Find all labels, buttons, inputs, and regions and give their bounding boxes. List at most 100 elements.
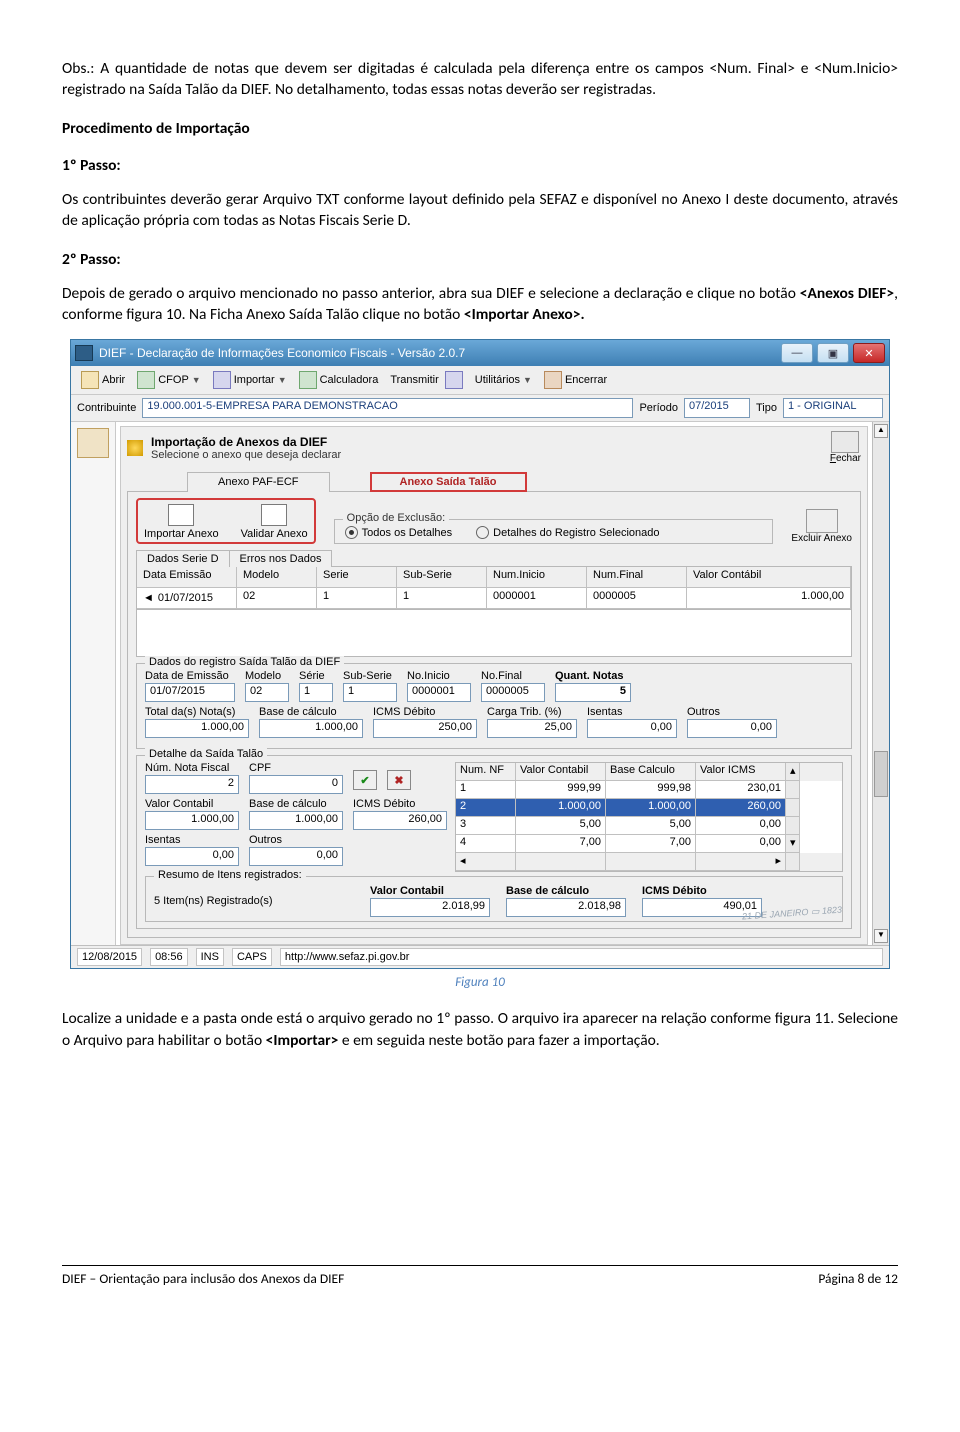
icms-debito-field[interactable]: 250,00 xyxy=(373,719,477,738)
importar-anexo-button[interactable]: Importar Anexo xyxy=(144,504,219,540)
col-modelo: Modelo xyxy=(237,567,317,588)
chevron-down-icon: ▼ xyxy=(192,375,201,385)
periodo-field[interactable]: 07/2015 xyxy=(684,398,750,418)
maximize-button[interactable]: ▣ xyxy=(817,343,849,363)
proc-heading: Procedimento de Importação xyxy=(62,119,898,138)
exclusion-legend: Opção de Exclusão: xyxy=(343,512,449,524)
tab-paf-ecf[interactable]: Anexo PAF-ECF xyxy=(187,472,330,492)
excluir-anexo-button[interactable]: Excluir Anexo xyxy=(791,509,852,544)
resumo-legend: Resumo de Itens registrados: xyxy=(154,869,306,881)
scroll-up-icon[interactable]: ▴ xyxy=(786,763,800,781)
row-marker-icon: ◄ xyxy=(143,592,154,604)
det-row: 47,007,000,00▾ xyxy=(456,835,842,853)
toolbar-importar[interactable]: Importar▼ xyxy=(209,369,291,391)
status-ins: INS xyxy=(196,948,224,966)
figure-caption: Figura 10 xyxy=(62,975,898,990)
no-inicio-field[interactable]: 0000001 xyxy=(407,683,471,702)
det-row: 35,005,000,00 xyxy=(456,817,842,835)
items-registered: 5 Item(ns) Registrado(s) xyxy=(154,895,354,907)
window-title: DIEF - Declaração de Informações Economi… xyxy=(99,346,465,360)
tab-saida-talao[interactable]: Anexo Saída Talão xyxy=(370,472,527,492)
det-row: 1999,99999,98230,01 xyxy=(456,781,842,799)
status-caps: CAPS xyxy=(232,948,272,966)
validar-anexo-button[interactable]: Validar Anexo xyxy=(241,504,308,540)
det-row-selected: 21.000,001.000,00260,00 xyxy=(456,799,842,817)
step2-heading: 2º Passo: xyxy=(62,250,898,269)
data-emissao-field[interactable]: 01/07/2015 xyxy=(145,683,235,702)
minimize-button[interactable]: — xyxy=(781,343,813,363)
det-base-calculo[interactable]: 1.000,00 xyxy=(249,811,343,830)
scroll-thumb[interactable] xyxy=(874,751,888,797)
serie-d-grid[interactable]: Data Emissão Modelo Serie Sub-Serie Num.… xyxy=(136,566,852,610)
num-nota-field[interactable]: 2 xyxy=(145,775,239,794)
scroll-left-icon[interactable]: ◂ xyxy=(456,853,516,871)
base-calculo-field[interactable]: 1.000,00 xyxy=(259,719,363,738)
col-subserie: Sub-Serie xyxy=(397,567,487,588)
subtab-erros[interactable]: Erros nos Dados xyxy=(229,550,333,567)
toolbar-utilitarios[interactable]: Utilitários▼ xyxy=(471,372,536,388)
left-sidebar xyxy=(71,422,116,945)
no-final-field[interactable]: 0000005 xyxy=(481,683,545,702)
star-icon xyxy=(127,440,143,456)
serie-field[interactable]: 1 xyxy=(299,683,333,702)
radio-todos-detalhes[interactable]: Todos os Detalhes xyxy=(345,526,453,539)
contribuinte-field[interactable]: 19.000.001-5-EMPRESA PARA DEMONSTRACAO xyxy=(142,398,633,418)
toolbar-cfop[interactable]: CFOP▼ xyxy=(133,369,204,391)
cancel-button[interactable]: ✖ xyxy=(387,770,411,790)
sidebar-anexos-icon[interactable] xyxy=(77,428,109,458)
status-url: http://www.sefaz.pi.gov.br xyxy=(280,948,883,966)
step2-text-a: Depois de gerado o arquivo mencionado no… xyxy=(62,284,800,303)
toolbar-abrir[interactable]: Abrir xyxy=(77,369,129,391)
step1-text: Os contribuintes deverão gerar Arquivo T… xyxy=(62,189,898,232)
transmit-icon xyxy=(445,371,463,389)
fs2-legend: Detalhe da Saída Talão xyxy=(145,748,267,760)
closing-paragraph: Localize a unidade e a pasta onde está o… xyxy=(62,1008,898,1051)
vertical-scrollbar[interactable]: ▲ ▼ xyxy=(872,422,889,945)
toolbar-calculadora[interactable]: Calculadora xyxy=(295,369,383,391)
delete-icon xyxy=(806,509,838,533)
close-button[interactable]: ✕ xyxy=(853,343,885,363)
fs1-legend: Dados do registro Saída Talão da DIEF xyxy=(145,656,344,668)
validate-icon xyxy=(261,504,287,526)
scroll-down-icon[interactable]: ▾ xyxy=(786,835,800,853)
panel-title: Importação de Anexos da DIEF xyxy=(151,435,341,449)
app-screenshot: DIEF - Declaração de Informações Economi… xyxy=(70,339,890,969)
det-valor-contabil[interactable]: 1.000,00 xyxy=(145,811,239,830)
sum-valor-contabil: 2.018,99 xyxy=(370,898,490,917)
isentas-field[interactable]: 0,00 xyxy=(587,719,677,738)
det-icms-debito[interactable]: 260,00 xyxy=(353,811,447,830)
status-date: 12/08/2015 xyxy=(77,948,142,966)
det-isentas[interactable]: 0,00 xyxy=(145,847,239,866)
total-notas-field[interactable]: 1.000,00 xyxy=(145,719,249,738)
footer-right: Página 8 de 12 xyxy=(818,1270,898,1287)
carga-trib-field[interactable]: 25,00 xyxy=(487,719,577,738)
window-titlebar[interactable]: DIEF - Declaração de Informações Economi… xyxy=(71,340,889,366)
step2-text-b: <Anexos DIEF> xyxy=(800,284,894,303)
quant-notas-field[interactable]: 5 xyxy=(555,683,631,702)
toolbar-transmitir[interactable]: Transmitir xyxy=(386,369,466,391)
door-icon xyxy=(831,431,859,453)
scroll-right-icon[interactable]: ▸ xyxy=(696,853,786,871)
outros-field[interactable]: 0,00 xyxy=(687,719,777,738)
subserie-field[interactable]: 1 xyxy=(343,683,397,702)
cpf-field[interactable]: 0 xyxy=(249,775,343,794)
toolbar-encerrar[interactable]: Encerrar xyxy=(540,369,611,391)
detalhe-grid[interactable]: Num. NFValor ContabilBase CalculoValor I… xyxy=(455,762,843,872)
subtab-dados-serie-d[interactable]: Dados Serie D xyxy=(136,550,230,567)
confirm-button[interactable]: ✔ xyxy=(353,770,377,790)
tipo-field[interactable]: 1 - ORIGINAL xyxy=(783,398,883,418)
dados-registro-fieldset: Dados do registro Saída Talão da DIEF Da… xyxy=(136,663,852,749)
col-data-emissao: Data Emissão xyxy=(137,567,237,588)
scroll-up-button[interactable]: ▲ xyxy=(874,424,888,438)
radio-registro-selecionado[interactable]: Detalhes do Registro Selecionado xyxy=(476,526,659,539)
modelo-field[interactable]: 02 xyxy=(245,683,289,702)
grid-row[interactable]: ◄01/07/2015 0211000000100000051.000,00 xyxy=(137,588,851,609)
doc-icon xyxy=(137,371,155,389)
app-icon xyxy=(75,345,93,361)
col-serie: Serie xyxy=(317,567,397,588)
status-time: 08:56 xyxy=(150,948,188,966)
fechar-button[interactable]: FFecharechar xyxy=(830,431,861,464)
page-footer: DIEF – Orientação para inclusão dos Anex… xyxy=(62,1265,898,1287)
scroll-down-button[interactable]: ▼ xyxy=(874,929,888,943)
det-outros[interactable]: 0,00 xyxy=(249,847,343,866)
